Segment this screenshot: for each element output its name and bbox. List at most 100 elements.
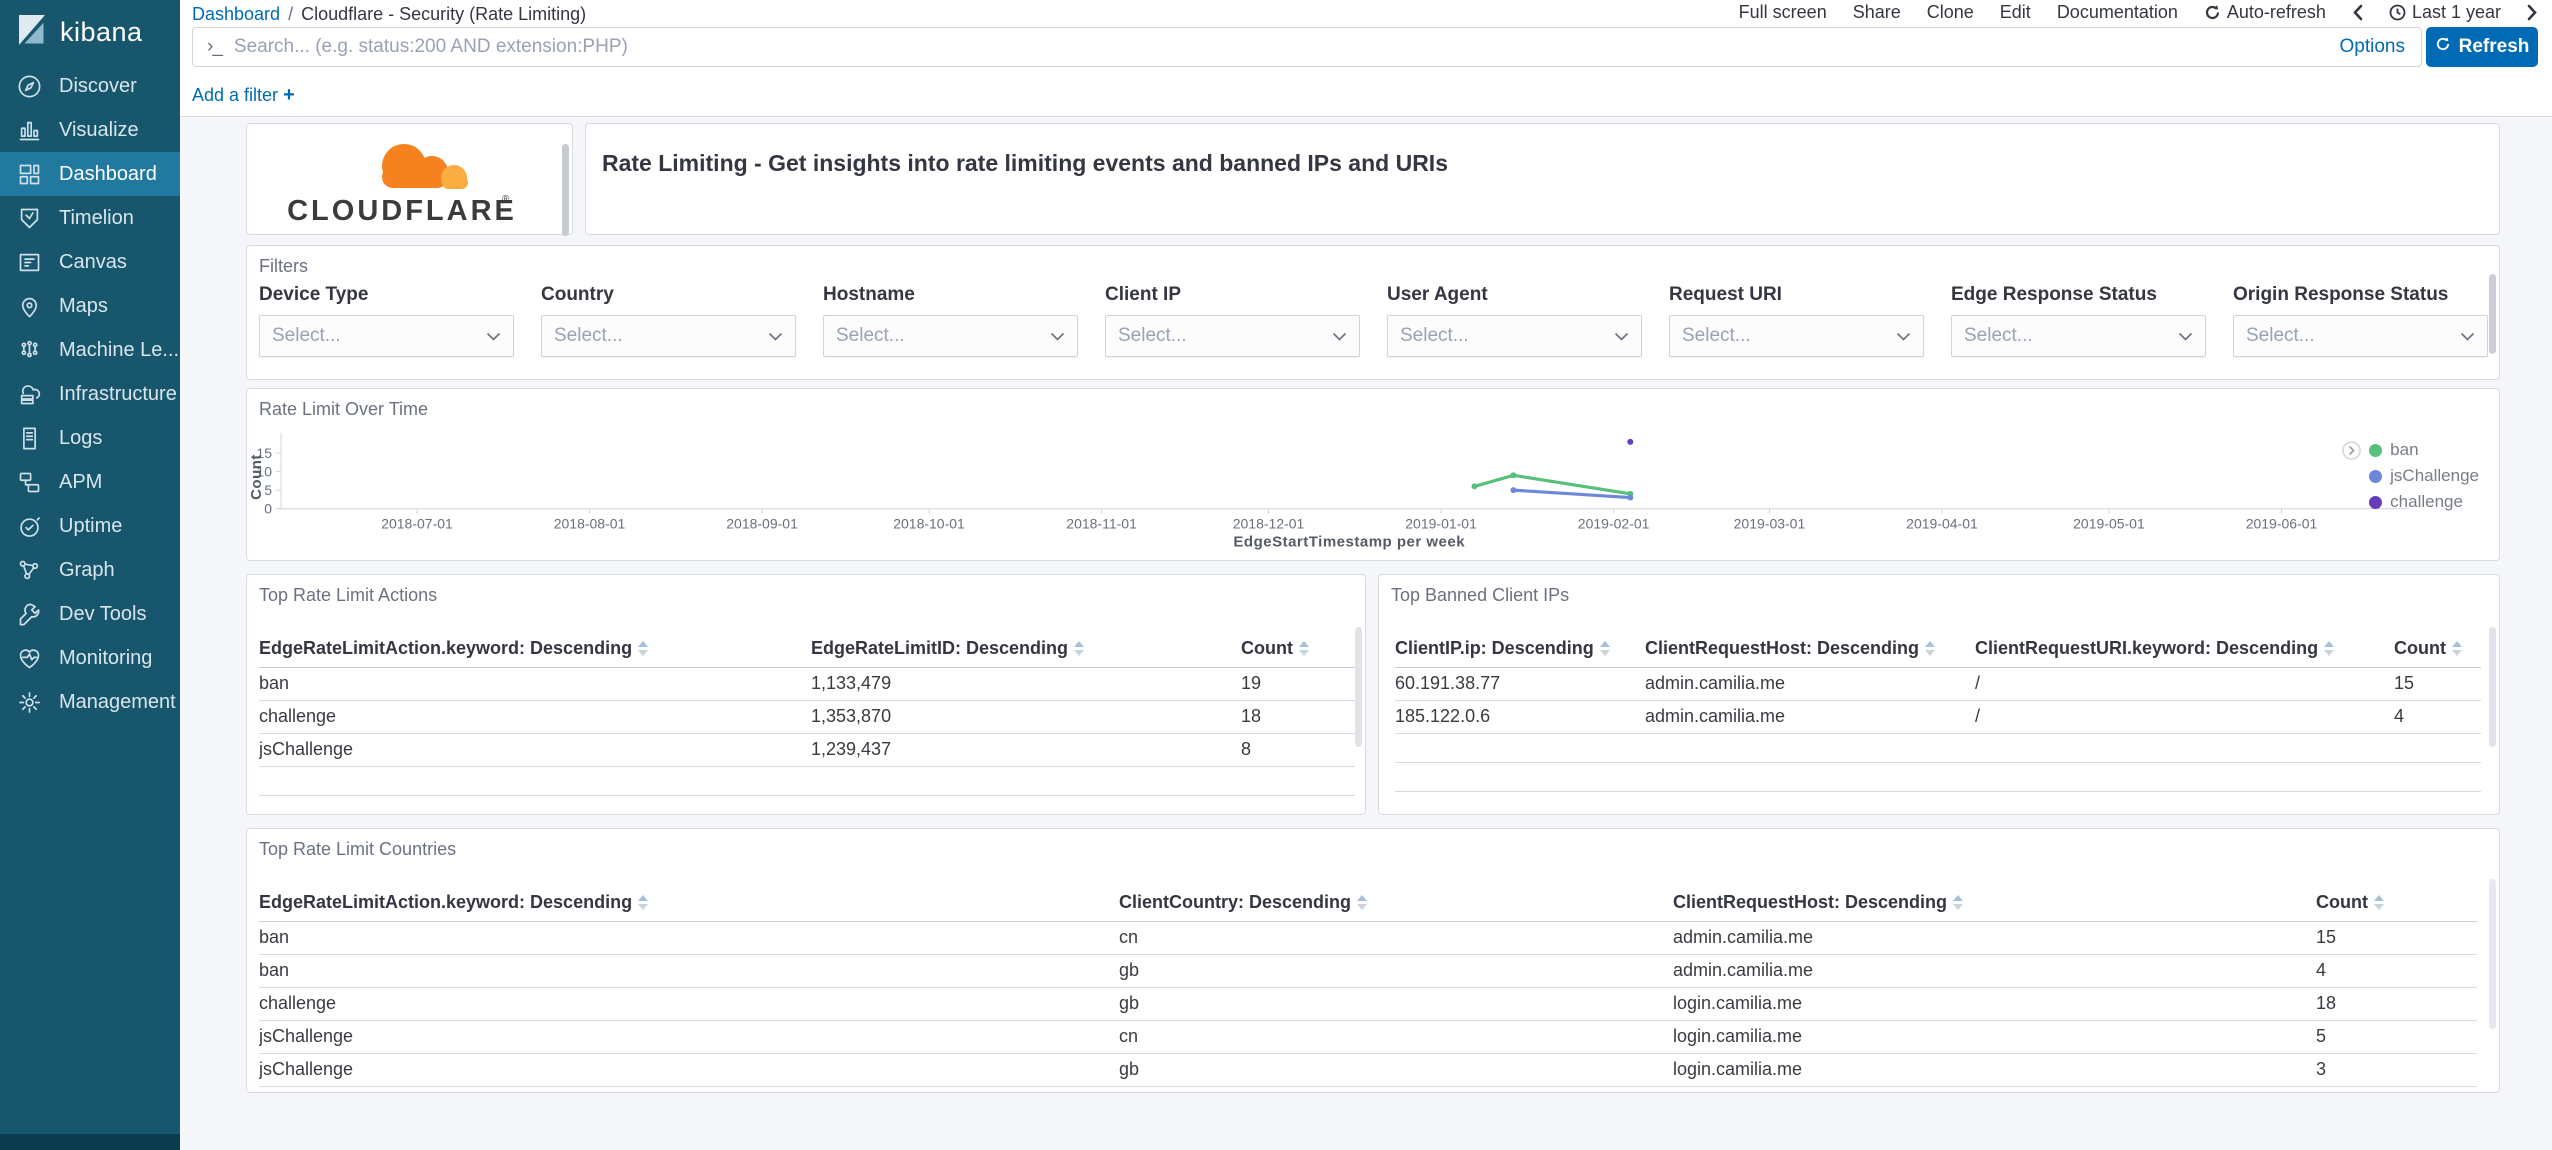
user-agent-select[interactable]: Select...	[1387, 315, 1642, 357]
sidebar-item-infrastructure[interactable]: Infrastructure	[0, 372, 180, 416]
svg-text:2019-06-01: 2019-06-01	[2246, 516, 2318, 532]
sidebar-item-apm[interactable]: APM	[0, 460, 180, 504]
options-link[interactable]: Options	[2340, 36, 2407, 58]
panel-scrollbar[interactable]	[1355, 627, 1362, 747]
client-ip-select[interactable]: Select...	[1105, 315, 1360, 357]
panel-title: Top Banned Client IPs	[1391, 585, 1570, 605]
time-prev-button[interactable]	[2352, 4, 2363, 21]
panel-scrollbar[interactable]	[2489, 879, 2496, 1029]
sidebar-item-graph[interactable]: Graph	[0, 548, 180, 592]
hostname-select[interactable]: Select...	[823, 315, 1078, 357]
sidebar-item-monitoring[interactable]: Monitoring	[0, 636, 180, 680]
column-header[interactable]: ClientIP.ip: Descending	[1395, 631, 1645, 668]
full-screen-button[interactable]: Full screen	[1739, 2, 1827, 23]
share-button[interactable]: Share	[1853, 2, 1901, 23]
panel-scrollbar[interactable]	[562, 144, 569, 236]
sidebar-item-label: Timelion	[59, 206, 134, 229]
origin-response-status-select[interactable]: Select...	[2233, 315, 2488, 357]
top-countries-table: EdgeRateLimitAction.keyword: Descending …	[259, 885, 2477, 1087]
sidebar-item-timelion[interactable]: Timelion	[0, 196, 180, 240]
svg-text:2019-04-01: 2019-04-01	[1906, 516, 1978, 532]
device-type-select[interactable]: Select...	[259, 315, 514, 357]
country-select[interactable]: Select...	[541, 315, 796, 357]
query-prompt-icon: ›_	[207, 36, 223, 57]
top-banned-client-ips-panel: Top Banned Client IPs ClientIP.ip: Desce…	[1378, 574, 2500, 815]
column-header[interactable]: Count	[2394, 631, 2481, 668]
cell: /	[1975, 700, 2394, 734]
legend-item-ban[interactable]: ban	[2369, 437, 2479, 463]
sidebar-item-label: Visualize	[59, 118, 139, 141]
cell: jsChallenge	[259, 1053, 1119, 1087]
sidebar-item-uptime[interactable]: Uptime	[0, 504, 180, 548]
sidebar-collapse-strip[interactable]	[0, 1134, 180, 1150]
svg-text:2018-12-01: 2018-12-01	[1233, 516, 1305, 532]
sidebar-item-maps[interactable]: Maps	[0, 284, 180, 328]
legend-toggle-icon[interactable]	[2342, 441, 2361, 465]
legend-item-challenge[interactable]: challenge	[2369, 489, 2479, 515]
column-header[interactable]: EdgeRateLimitID: Descending	[811, 631, 1241, 668]
uptime-icon	[16, 513, 43, 540]
sort-icon	[1599, 641, 1610, 657]
edge-response-status-select[interactable]: Select...	[1951, 315, 2206, 357]
chevron-down-icon	[2460, 332, 2475, 341]
column-header[interactable]: EdgeRateLimitAction.keyword: Descending	[259, 885, 1119, 922]
sidebar-item-label: Infrastructure	[59, 382, 177, 405]
sort-icon	[1925, 641, 1936, 657]
svg-text:2019-03-01: 2019-03-01	[1734, 516, 1806, 532]
cloudflare-logo: CLOUDFLARE ®	[260, 132, 560, 233]
empty-row	[1395, 733, 2481, 763]
auto-refresh-button[interactable]: Auto-refresh	[2204, 2, 2326, 23]
chevron-down-icon	[1614, 332, 1629, 341]
column-header[interactable]: ClientRequestHost: Descending	[1645, 631, 1975, 668]
sort-icon	[638, 641, 649, 657]
column-header[interactable]: ClientRequestURI.keyword: Descending	[1975, 631, 2394, 668]
sidebar-item-management[interactable]: Management	[0, 680, 180, 724]
legend-item-jschallenge[interactable]: jsChallenge	[2369, 463, 2479, 489]
cell: 3	[2316, 1053, 2477, 1087]
column-header[interactable]: Count	[1241, 631, 1355, 668]
kibana-logo-icon	[12, 10, 52, 55]
sidebar-item-logs[interactable]: Logs	[0, 416, 180, 460]
sort-icon	[2324, 641, 2335, 657]
timelion-icon	[16, 205, 43, 232]
infrastructure-icon	[16, 381, 43, 408]
documentation-link[interactable]: Documentation	[2057, 2, 2178, 23]
sort-icon	[2451, 641, 2462, 657]
sidebar-item-dev-tools[interactable]: Dev Tools	[0, 592, 180, 636]
breadcrumb: Dashboard / Cloudflare - Security (Rate …	[192, 4, 586, 25]
add-filter-button[interactable]: Add a filter +	[192, 84, 295, 107]
cell: 185.122.0.6	[1395, 700, 1645, 734]
search-input[interactable]: ›_ Search... (e.g. status:200 AND extens…	[192, 27, 2422, 67]
sidebar-item-canvas[interactable]: Canvas	[0, 240, 180, 284]
cell: login.camilia.me	[1673, 1053, 2316, 1087]
sidebar-item-dashboard[interactable]: Dashboard	[0, 152, 180, 196]
cell: challenge	[259, 700, 811, 734]
panel-scrollbar[interactable]	[2489, 274, 2496, 354]
panel-scrollbar[interactable]	[2489, 627, 2496, 747]
dashboard-toolbar: Full screen Share Clone Edit Documentati…	[1739, 2, 2538, 23]
breadcrumb-dashboard-link[interactable]: Dashboard	[192, 4, 280, 25]
cell: 5	[2316, 1020, 2477, 1054]
request-uri-select[interactable]: Select...	[1669, 315, 1924, 357]
sort-icon	[1074, 641, 1085, 657]
column-header[interactable]: ClientCountry: Descending	[1119, 885, 1673, 922]
sidebar-item-label: Logs	[59, 426, 103, 449]
time-next-button[interactable]	[2527, 4, 2538, 21]
refresh-button[interactable]: Refresh	[2426, 27, 2538, 67]
cell: 8	[1241, 733, 1355, 767]
filter-field-hostname: Hostname Select...	[823, 284, 1078, 357]
edit-button[interactable]: Edit	[2000, 2, 2031, 23]
kibana-logo[interactable]: kibana	[0, 0, 180, 64]
column-header[interactable]: EdgeRateLimitAction.keyword: Descending	[259, 631, 811, 668]
clone-button[interactable]: Clone	[1927, 2, 1974, 23]
sidebar-item-machine-learning[interactable]: Machine Le...	[0, 328, 180, 372]
sidebar-item-discover[interactable]: Discover	[0, 64, 180, 108]
rate-limit-chart[interactable]: 0510152018-07-01 2018-08-01 2018-09-01 2018…	[247, 389, 2501, 562]
sidebar-item-visualize[interactable]: Visualize	[0, 108, 180, 152]
table-header-row: EdgeRateLimitAction.keyword: Descending …	[259, 885, 2477, 922]
time-range-picker[interactable]: Last 1 year	[2389, 2, 2501, 23]
cell: login.camilia.me	[1673, 1020, 2316, 1054]
column-header[interactable]: ClientRequestHost: Descending	[1673, 885, 2316, 922]
top-rate-limit-countries-panel: Top Rate Limit Countries EdgeRateLimitAc…	[246, 828, 2500, 1093]
column-header[interactable]: Count	[2316, 885, 2477, 922]
